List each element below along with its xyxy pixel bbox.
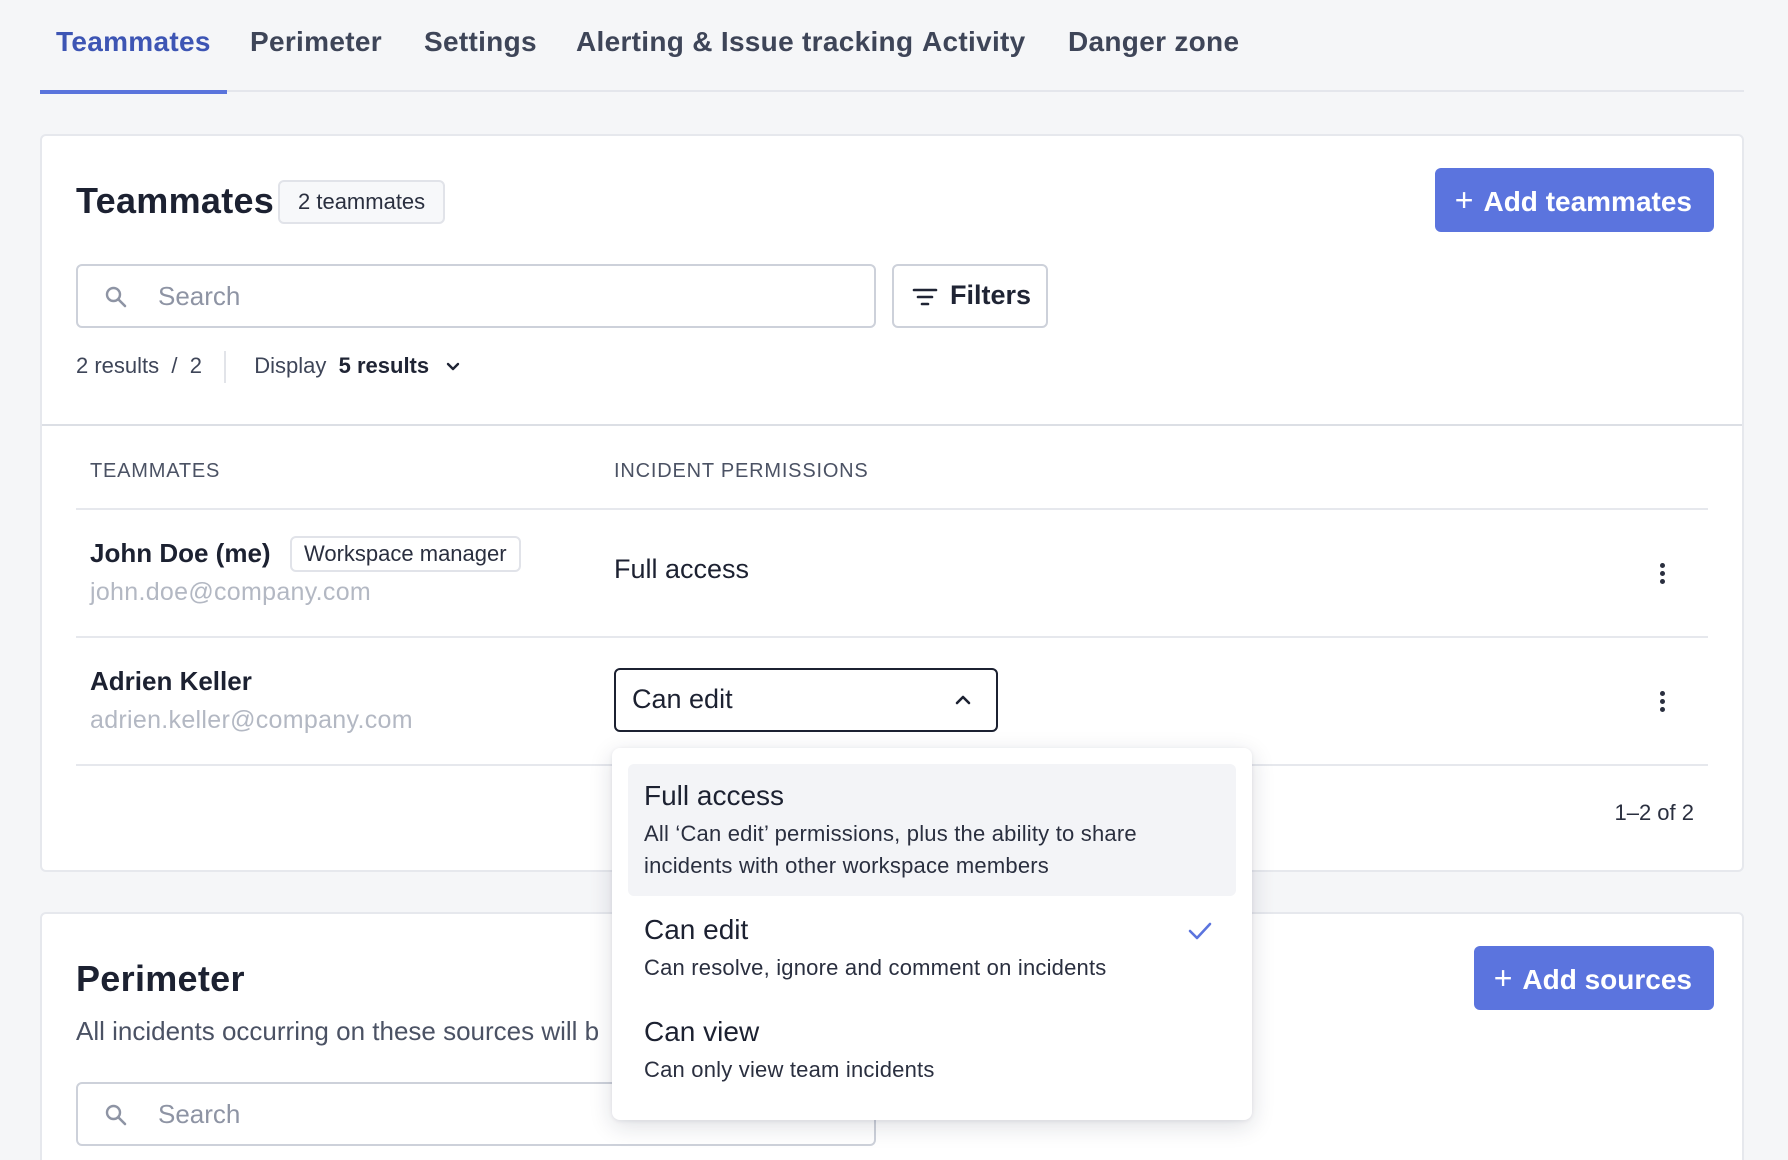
table-divider xyxy=(42,424,1742,426)
column-header-incident-permissions: INCIDENT PERMISSIONS xyxy=(614,460,869,482)
display-value: 5 results xyxy=(338,353,430,378)
filters-button[interactable]: Filters xyxy=(892,264,1048,328)
permission-value: Full access xyxy=(614,554,750,584)
add-teammates-label: Add teammates xyxy=(1483,186,1692,217)
chevron-up-icon xyxy=(955,695,971,705)
results-count: 2 results xyxy=(76,353,160,378)
divider xyxy=(224,351,227,384)
perimeter-description: All incidents occurring on these sources… xyxy=(76,1016,600,1046)
add-sources-button[interactable]: + Add sources xyxy=(1473,946,1714,1010)
results-separator: / xyxy=(165,353,184,378)
permission-select-value: Can edit xyxy=(632,684,733,714)
teammates-count-badge: 2 teammates xyxy=(278,180,446,224)
tab-bar: Teammates Perimeter Settings Alerting & … xyxy=(40,0,1744,94)
search-icon xyxy=(105,1104,127,1126)
permission-select[interactable]: Can edit xyxy=(614,668,998,732)
teammate-name: Adrien Keller xyxy=(90,666,252,696)
row-divider xyxy=(76,636,1708,638)
plus-icon: + xyxy=(1493,960,1513,996)
tab-activity[interactable]: Activity xyxy=(922,26,1026,92)
teammates-title: Teammates xyxy=(76,180,275,221)
pagination-info: 1–2 of 2 xyxy=(1614,800,1694,825)
option-can-view[interactable]: Can view Can only view team incidents xyxy=(628,1004,1236,1104)
column-header-teammates: TEAMMATES xyxy=(90,460,221,482)
option-title: Can view xyxy=(644,1016,760,1047)
display-label: Display xyxy=(254,353,327,378)
results-total: 2 xyxy=(189,353,202,378)
option-description: incidents with other workspace members xyxy=(644,853,1049,878)
role-badge: Workspace manager xyxy=(290,536,521,572)
results-summary: 2 results / 2 Display 5 results xyxy=(76,348,461,384)
add-teammates-button[interactable]: + Add teammates xyxy=(1434,168,1714,232)
option-full-access[interactable]: Full access All ‘Can edit’ permissions, … xyxy=(628,764,1236,896)
option-title: Can edit xyxy=(644,914,749,945)
option-can-edit[interactable]: Can edit Can resolve, ignore and comment… xyxy=(628,900,1236,1000)
teammates-search[interactable] xyxy=(76,264,876,328)
permission-dropdown-menu: Full access All ‘Can edit’ permissions, … xyxy=(612,748,1252,1120)
add-sources-label: Add sources xyxy=(1522,964,1692,995)
check-icon xyxy=(1188,922,1212,940)
tab-perimeter[interactable]: Perimeter xyxy=(250,26,382,92)
tab-danger-zone[interactable]: Danger zone xyxy=(1068,26,1239,92)
row-actions-kebab-icon[interactable] xyxy=(1652,560,1672,590)
row-divider xyxy=(76,508,1708,510)
tab-settings[interactable]: Settings xyxy=(424,26,537,92)
filter-icon xyxy=(912,288,938,306)
option-description: Can only view team incidents xyxy=(644,1057,935,1082)
option-description: Can resolve, ignore and comment on incid… xyxy=(644,955,1107,980)
teammate-email: john.doe@company.com xyxy=(90,578,372,606)
tab-alerting-issue-tracking[interactable]: Alerting & Issue tracking xyxy=(576,26,913,92)
display-results-dropdown[interactable]: Display 5 results xyxy=(254,353,461,378)
search-icon xyxy=(105,286,127,308)
plus-icon: + xyxy=(1454,182,1474,218)
tab-teammates[interactable]: Teammates xyxy=(40,26,227,94)
perimeter-title: Perimeter xyxy=(76,958,245,999)
option-title: Full access xyxy=(644,780,785,811)
teammate-email: adrien.keller@company.com xyxy=(90,706,413,734)
option-description: All ‘Can edit’ permissions, plus the abi… xyxy=(644,821,1137,846)
teammates-search-input[interactable] xyxy=(158,276,838,316)
teammate-name: John Doe (me) xyxy=(90,538,271,568)
filters-label: Filters xyxy=(950,280,1032,310)
row-actions-kebab-icon[interactable] xyxy=(1652,688,1672,718)
chevron-down-icon xyxy=(447,362,460,371)
